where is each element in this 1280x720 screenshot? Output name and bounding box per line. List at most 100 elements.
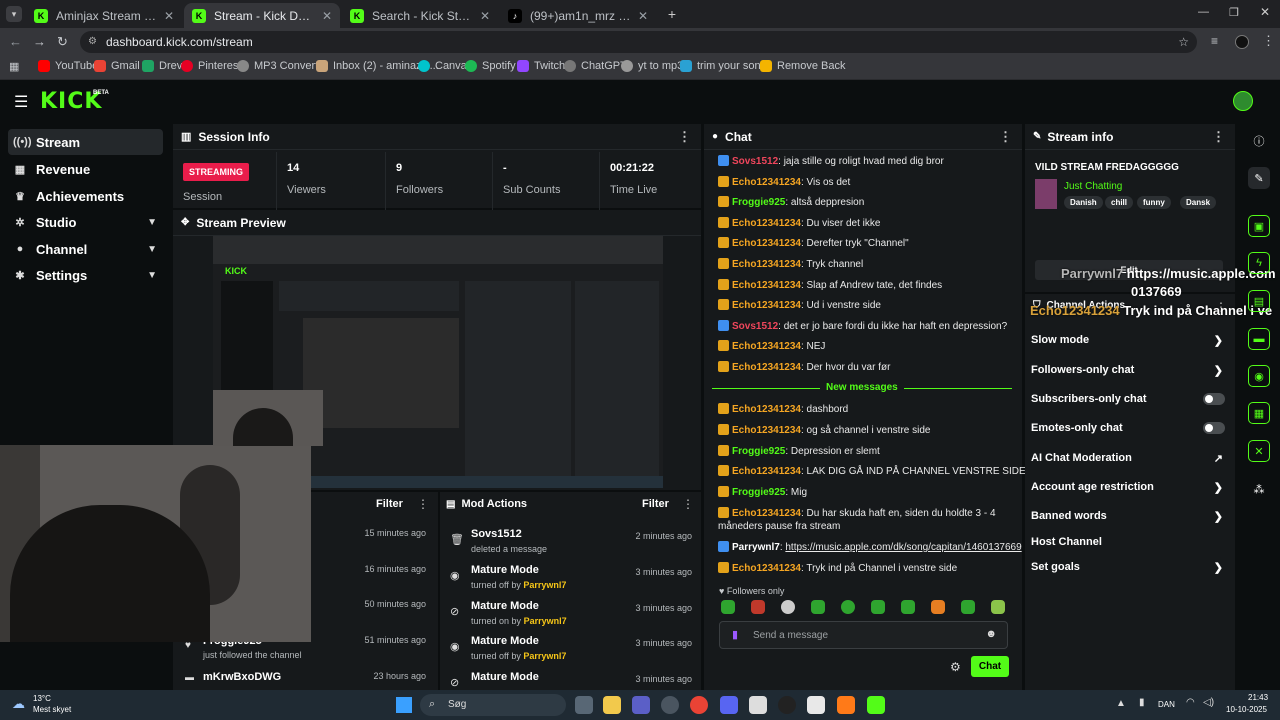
emote-6[interactable] (871, 600, 885, 614)
clock-time[interactable]: 21:43 (1248, 693, 1268, 702)
back-icon[interactable]: ← (9, 34, 22, 49)
maximize-icon[interactable]: ❐ (1229, 6, 1239, 19)
chat-username[interactable]: Parrywnl7 (732, 542, 780, 553)
clipboard-icon[interactable]: ▤ (1248, 290, 1270, 312)
close-icon[interactable]: ✕ (480, 9, 490, 23)
bookmark-drev[interactable]: Drev (142, 60, 182, 72)
chat-username[interactable]: Echo12341234 (732, 259, 801, 270)
action-subscribers-only[interactable]: Subscribers-only chat (1031, 387, 1227, 411)
app-icon[interactable] (837, 696, 855, 714)
browser-menu-icon[interactable]: ⋮ (1262, 33, 1275, 49)
chat-link[interactable]: https://music.apple.com/dk/song/capitan/… (785, 542, 1021, 553)
chat-username[interactable]: Echo12341234 (732, 341, 801, 352)
bookmark-spotify[interactable]: Spotify (465, 60, 516, 72)
sidebar-item-revenue[interactable]: ▦ Revenue (8, 156, 163, 182)
kebab-menu-icon[interactable]: ⋮ (417, 497, 429, 511)
wrench-icon[interactable]: ✕ (1248, 440, 1270, 462)
settings-icon[interactable] (661, 696, 679, 714)
wifi-icon[interactable]: ◠ (1186, 697, 1195, 708)
bookmark-remove-back[interactable]: Remove Back (760, 60, 845, 72)
user-avatar[interactable] (1233, 91, 1253, 111)
bookmark-canva[interactable]: Canva (418, 60, 467, 72)
chat-send-button[interactable]: Chat (971, 656, 1009, 677)
kebab-menu-icon[interactable]: ⋮ (999, 129, 1012, 145)
bookmark-gmail[interactable]: Gmail (94, 60, 140, 72)
url-input[interactable]: ⚙ dashboard.kick.com/stream ☆ (80, 31, 1197, 53)
forward-icon[interactable]: → (33, 34, 46, 49)
screen-icon[interactable]: ▣ (1248, 215, 1270, 237)
bookmark-youtube[interactable]: YouTube (38, 60, 98, 72)
weather-icon[interactable]: ☁ (12, 696, 25, 712)
chat-username[interactable]: Echo12341234 (732, 466, 801, 477)
emotes-only-toggle[interactable] (1203, 422, 1225, 434)
clock-date[interactable]: 10-10-2025 (1226, 705, 1267, 714)
chat-username[interactable]: Echo12341234 (732, 300, 801, 311)
action-set-goals[interactable]: Set goals ❯ (1031, 555, 1227, 579)
pencil-icon[interactable]: ✎ (1248, 167, 1270, 189)
emote-10[interactable] (991, 600, 1005, 614)
site-info-icon[interactable]: ⚙ (88, 31, 97, 53)
mic-icon[interactable]: ▮ (732, 628, 738, 641)
chat-username[interactable]: Echo12341234 (732, 563, 801, 574)
bookmark-pinterest[interactable]: Pinterest (181, 60, 241, 72)
sidebar-item-settings[interactable]: ✱ Settings ▼ (8, 262, 163, 288)
close-window-icon[interactable]: ✕ (1260, 5, 1270, 19)
volume-icon[interactable]: ◁) (1203, 697, 1214, 708)
chat-username[interactable]: Echo12341234 (732, 280, 801, 291)
emote-8[interactable] (931, 600, 945, 614)
file-explorer-icon[interactable] (603, 696, 621, 714)
chat-username[interactable]: Echo12341234 (732, 218, 801, 229)
bookmark-twitch[interactable]: Twitch (517, 60, 565, 72)
chat-username[interactable]: Froggie925 (732, 446, 785, 457)
chat-username[interactable]: Echo12341234 (732, 425, 801, 436)
kebab-menu-icon[interactable]: ⋮ (682, 497, 694, 511)
chat-icon[interactable]: ▬ (1248, 328, 1270, 350)
layout-icon[interactable]: ▦ (1248, 402, 1270, 424)
tab-1[interactable]: KStream - Kick Dashboard✕ (184, 3, 340, 28)
chat-settings-icon[interactable]: ⚙ (950, 660, 961, 674)
bolt-icon[interactable]: ϟ (1248, 252, 1270, 274)
bookmark-yt-to-mp3[interactable]: yt to mp3 (621, 60, 683, 72)
hamburger-menu-icon[interactable]: ☰ (14, 92, 28, 112)
tray-chevron-icon[interactable]: ▲ (1116, 698, 1126, 709)
broadcast-icon[interactable]: ◉ (1248, 365, 1270, 387)
info-icon[interactable]: ⓘ (1248, 130, 1270, 152)
emote-1[interactable] (721, 600, 735, 614)
emote-3[interactable] (781, 600, 795, 614)
chat-username[interactable]: Echo12341234 (732, 508, 801, 519)
action-account-age[interactable]: Account age restriction ❯ (1031, 475, 1227, 499)
apps-grid-icon[interactable]: ▦ (9, 60, 19, 73)
emote-4[interactable] (811, 600, 825, 614)
emoji-icon[interactable]: ☻ (985, 628, 997, 640)
kebab-menu-icon[interactable]: ⋮ (1212, 129, 1225, 145)
chat-username[interactable]: Echo12341234 (732, 362, 801, 373)
chat-username[interactable]: Echo12341234 (732, 404, 801, 415)
emote-9[interactable] (961, 600, 975, 614)
profile-avatar[interactable] (1235, 35, 1249, 49)
network-icon[interactable]: ⁂ (1248, 478, 1270, 500)
office-icon[interactable] (807, 696, 825, 714)
bookmark-mp3-converter[interactable]: MP3 Converter (237, 60, 328, 72)
chat-input[interactable]: ▮ Send a message ☻ (719, 621, 1008, 649)
action-banned-words[interactable]: Banned words ❯ (1031, 504, 1227, 528)
emote-2[interactable] (751, 600, 765, 614)
action-slow-mode[interactable]: Slow mode ❯ (1031, 328, 1227, 352)
language-indicator[interactable]: DAN (1158, 700, 1175, 709)
subscribers-only-toggle[interactable] (1203, 393, 1225, 405)
tab-2[interactable]: KSearch - Kick Streaming✕ (342, 3, 498, 28)
chat-username[interactable]: Froggie925 (732, 487, 785, 498)
chrome-icon[interactable] (690, 696, 708, 714)
obs-icon[interactable] (778, 696, 796, 714)
category-name[interactable]: Just Chatting (1064, 181, 1122, 192)
minimize-icon[interactable]: — (1198, 6, 1209, 18)
tab-3[interactable]: ♪(99+)am1n_mrz (@am1n_mrz) ...✕ (500, 3, 656, 28)
emote-7[interactable] (901, 600, 915, 614)
action-followers-only[interactable]: Followers-only chat ❯ (1031, 358, 1227, 382)
capcut-icon[interactable] (749, 696, 767, 714)
bookmark-trim-songs[interactable]: trim your songs (680, 60, 772, 72)
tab-0[interactable]: KAminjax Stream - Watch Live o...✕ (26, 3, 182, 28)
bookmark-chatgpt[interactable]: ChatGPT (564, 60, 627, 72)
reload-icon[interactable]: ↻ (57, 34, 68, 50)
activity-filter-button[interactable]: Filter (376, 498, 403, 510)
close-icon[interactable]: ✕ (638, 9, 648, 23)
